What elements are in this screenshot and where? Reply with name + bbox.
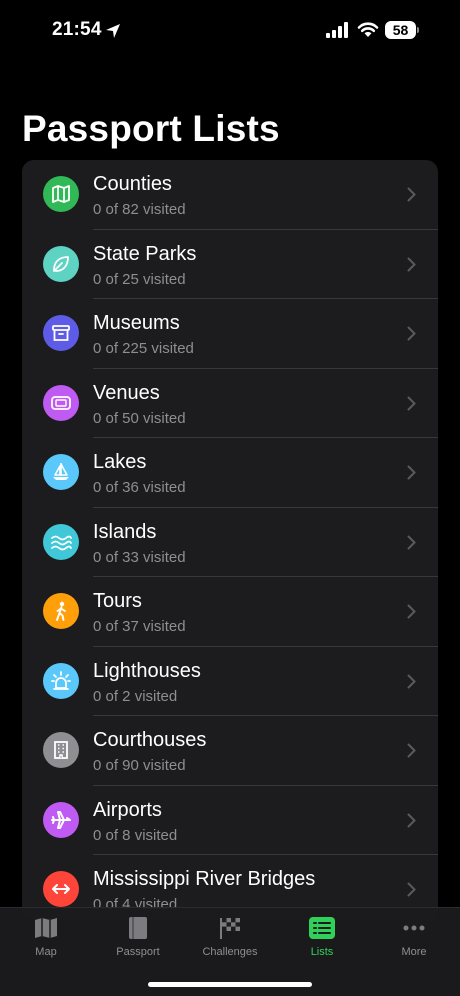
chevron-right-icon [407, 743, 416, 758]
list-item-counties[interactable]: Counties 0 of 82 visited [22, 160, 438, 230]
list-item-title: Mississippi River Bridges [93, 868, 316, 890]
chevron-right-icon [407, 535, 416, 549]
tab-challenges[interactable]: Challenges [184, 908, 276, 970]
tab-lists[interactable]: Lists [276, 908, 368, 970]
list-item-title: Museums [93, 312, 180, 334]
list-item-subtitle: 0 of 50 visited [93, 409, 186, 427]
chevron-right-icon [407, 465, 416, 480]
home-indicator[interactable] [148, 982, 312, 987]
walking-figure-icon [43, 593, 79, 629]
list-item-subtitle: 0 of 33 visited [93, 548, 186, 566]
page-title: Passport Lists [22, 108, 280, 149]
chevron-right-icon [407, 326, 416, 341]
battery-icon: 58 [385, 21, 419, 39]
list-item-lakes[interactable]: Lakes 0 of 36 visited [22, 438, 438, 508]
battery-level: 58 [392, 22, 409, 38]
tab-label: Map [35, 946, 57, 958]
list-item-museums[interactable]: Museums 0 of 225 visited [22, 299, 438, 369]
tab-passport[interactable]: Passport [92, 908, 184, 970]
list-item-subtitle: 0 of 2 visited [93, 687, 178, 705]
list-item-airports[interactable]: Airports 0 of 8 visited [22, 786, 438, 855]
tab-map[interactable]: Map [0, 908, 92, 970]
list-item-venues[interactable]: Venues 0 of 50 visited [22, 369, 438, 438]
status-time: 21:54 [52, 19, 102, 40]
chevron-right-icon [407, 882, 416, 897]
list-item-subtitle: 0 of 25 visited [93, 270, 186, 288]
list-item-title: Venues [93, 381, 160, 404]
tab-label: More [401, 946, 427, 958]
list-item-state-parks[interactable]: State Parks 0 of 25 visited [22, 230, 438, 299]
list-item-title: Courthouses [93, 729, 207, 751]
list-item-subtitle: 0 of 8 visited [93, 826, 178, 844]
ticket-icon [43, 384, 79, 421]
building-icon [43, 732, 79, 768]
list-item-subtitle: 0 of 225 visited [93, 340, 194, 357]
list-item-title: Tours [93, 590, 142, 612]
status-bar: 21:54 58 [0, 0, 460, 60]
sailboat-icon [43, 454, 79, 490]
double-arrow-icon [43, 871, 79, 907]
archive-box-icon [43, 315, 79, 351]
map-icon [35, 918, 57, 938]
tab-label: Lists [310, 946, 334, 958]
list-item-tours[interactable]: Tours 0 of 37 visited [22, 577, 438, 647]
list-item-subtitle: 0 of 37 visited [93, 618, 186, 635]
list-item-title: Counties [93, 173, 172, 195]
list-item-subtitle: 0 of 90 visited [93, 757, 186, 774]
list-item-subtitle: 0 of 82 visited [93, 201, 186, 218]
ellipsis-icon [403, 925, 425, 931]
map-icon [43, 176, 79, 212]
chevron-right-icon [407, 257, 416, 271]
leaf-icon [43, 245, 79, 282]
water-waves-icon [43, 523, 79, 560]
list-item-title: Islands [93, 520, 157, 543]
list-item-subtitle: 0 of 36 visited [93, 479, 186, 496]
location-arrow-icon [106, 24, 120, 38]
chevron-right-icon [407, 604, 416, 619]
airplane-icon [43, 801, 79, 838]
wifi-icon [357, 22, 379, 37]
tab-more[interactable]: More [368, 908, 460, 970]
list-item-title: State Parks [93, 242, 197, 265]
list-item-courthouses[interactable]: Courthouses 0 of 90 visited [22, 716, 438, 786]
signal-icon [326, 22, 348, 38]
beacon-light-icon [43, 662, 79, 699]
tab-label: Passport [116, 946, 160, 958]
chevron-right-icon [407, 674, 416, 688]
tab-label: Challenges [202, 946, 258, 958]
chevron-right-icon [407, 813, 416, 827]
book-icon [129, 917, 147, 939]
chevron-right-icon [407, 396, 416, 410]
chevron-right-icon [407, 187, 416, 202]
passport-lists: Counties 0 of 82 visited State Parks 0 o… [22, 160, 438, 920]
list-item-title: Lakes [93, 451, 147, 473]
checkered-flag-icon [220, 918, 240, 939]
list-item-lighthouses[interactable]: Lighthouses 0 of 2 visited [22, 647, 438, 716]
list-item-islands[interactable]: Islands 0 of 33 visited [22, 508, 438, 577]
list-item-title: Airports [93, 798, 162, 821]
list-icon [309, 917, 335, 939]
list-item-title: Lighthouses [93, 659, 201, 682]
